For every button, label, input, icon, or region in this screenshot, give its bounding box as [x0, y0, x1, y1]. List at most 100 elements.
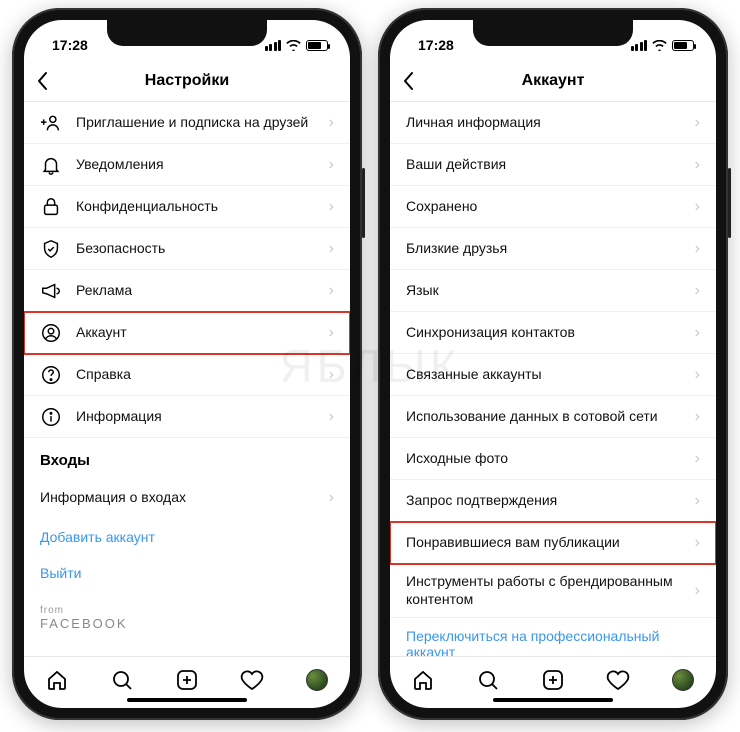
tab-profile[interactable]	[304, 667, 330, 693]
nav-header: Аккаунт	[390, 60, 716, 102]
tab-home[interactable]	[410, 667, 436, 693]
home-indicator	[127, 698, 247, 702]
battery-icon	[672, 40, 694, 51]
avatar-icon	[672, 669, 694, 691]
tab-home[interactable]	[44, 667, 70, 693]
link-logout[interactable]: Выйти	[24, 555, 350, 591]
chevron-right-icon: ›	[695, 114, 700, 132]
notch	[473, 20, 633, 46]
tab-search[interactable]	[109, 667, 135, 693]
device-left: 17:28 Настройки Приглашение и подписка н…	[12, 8, 362, 720]
row-label: Информация о входах	[40, 489, 329, 507]
row-cellular-data[interactable]: Использование данных в сотовой сети ›	[390, 396, 716, 438]
battery-icon	[306, 40, 328, 51]
link-switch-professional[interactable]: Переключиться на профессиональный аккаун…	[390, 618, 716, 656]
notch	[107, 20, 267, 46]
chevron-right-icon: ›	[695, 198, 700, 216]
row-linked-accounts[interactable]: Связанные аккаунты ›	[390, 354, 716, 396]
row-login-info[interactable]: Информация о входах ›	[24, 477, 350, 519]
row-label: Понравившиеся вам публикации	[406, 534, 695, 552]
chevron-right-icon: ›	[329, 324, 334, 342]
help-icon	[40, 364, 62, 386]
back-button[interactable]	[402, 71, 414, 91]
row-language[interactable]: Язык ›	[390, 270, 716, 312]
chevron-right-icon: ›	[329, 408, 334, 426]
row-label: Реклама	[76, 282, 329, 300]
row-original-photos[interactable]: Исходные фото ›	[390, 438, 716, 480]
row-privacy[interactable]: Конфиденциальность ›	[24, 186, 350, 228]
tab-activity[interactable]	[605, 667, 631, 693]
chevron-right-icon: ›	[695, 156, 700, 174]
shield-icon	[40, 238, 62, 260]
row-label: Инструменты работы с брендированным конт…	[406, 573, 695, 608]
tab-activity[interactable]	[239, 667, 265, 693]
chevron-right-icon: ›	[329, 489, 334, 507]
device-right: 17:28 Аккаунт Личная информация › Ваши д…	[378, 8, 728, 720]
status-time: 17:28	[418, 37, 454, 53]
chevron-right-icon: ›	[329, 240, 334, 258]
chevron-right-icon: ›	[329, 366, 334, 384]
megaphone-icon	[40, 280, 62, 302]
row-close-friends[interactable]: Близкие друзья ›	[390, 228, 716, 270]
info-icon	[40, 406, 62, 428]
chevron-right-icon: ›	[695, 492, 700, 510]
row-request-verification[interactable]: Запрос подтверждения ›	[390, 480, 716, 522]
chevron-right-icon: ›	[695, 282, 700, 300]
chevron-right-icon: ›	[695, 324, 700, 342]
tab-profile[interactable]	[670, 667, 696, 693]
row-contacts-sync[interactable]: Синхронизация контактов ›	[390, 312, 716, 354]
row-posts-you-liked[interactable]: Понравившиеся вам публикации ›	[390, 522, 716, 564]
row-saved[interactable]: Сохранено ›	[390, 186, 716, 228]
tab-add[interactable]	[540, 667, 566, 693]
wifi-icon	[286, 40, 301, 51]
tab-add[interactable]	[174, 667, 200, 693]
row-label: Справка	[76, 366, 329, 384]
row-security[interactable]: Безопасность ›	[24, 228, 350, 270]
row-label: Уведомления	[76, 156, 329, 174]
row-help[interactable]: Справка ›	[24, 354, 350, 396]
row-label: Личная информация	[406, 114, 695, 132]
status-indicators	[631, 40, 695, 51]
cellular-icon	[631, 40, 648, 51]
row-label: Ваши действия	[406, 156, 695, 174]
home-indicator	[493, 698, 613, 702]
row-ads[interactable]: Реклама ›	[24, 270, 350, 312]
bell-icon	[40, 154, 62, 176]
settings-list: Приглашение и подписка на друзей › Уведо…	[24, 102, 350, 656]
cellular-icon	[265, 40, 282, 51]
row-label: Запрос подтверждения	[406, 492, 695, 510]
add-user-icon	[40, 112, 62, 134]
chevron-right-icon: ›	[695, 240, 700, 258]
page-title: Аккаунт	[522, 72, 585, 90]
nav-header: Настройки	[24, 60, 350, 102]
row-label: Исходные фото	[406, 450, 695, 468]
row-label: Конфиденциальность	[76, 198, 329, 216]
chevron-right-icon: ›	[329, 198, 334, 216]
tab-search[interactable]	[475, 667, 501, 693]
row-account[interactable]: Аккаунт ›	[24, 312, 350, 354]
row-your-activity[interactable]: Ваши действия ›	[390, 144, 716, 186]
back-button[interactable]	[36, 71, 48, 91]
chevron-right-icon: ›	[695, 582, 700, 600]
screen-left: 17:28 Настройки Приглашение и подписка н…	[24, 20, 350, 708]
row-about[interactable]: Информация ›	[24, 396, 350, 438]
row-notifications[interactable]: Уведомления ›	[24, 144, 350, 186]
status-indicators	[265, 40, 329, 51]
row-label: Синхронизация контактов	[406, 324, 695, 342]
lock-icon	[40, 196, 62, 218]
account-list: Личная информация › Ваши действия › Сохр…	[390, 102, 716, 656]
link-add-account[interactable]: Добавить аккаунт	[24, 519, 350, 555]
row-branded-content[interactable]: Инструменты работы с брендированным конт…	[390, 564, 716, 618]
wifi-icon	[652, 40, 667, 51]
from-facebook: from FACEBOOK	[24, 591, 350, 645]
row-invite-friends[interactable]: Приглашение и подписка на друзей ›	[24, 102, 350, 144]
avatar-icon	[306, 669, 328, 691]
chevron-right-icon: ›	[695, 408, 700, 426]
row-label: Использование данных в сотовой сети	[406, 408, 695, 426]
section-logins: Входы	[24, 438, 350, 477]
row-label: Сохранено	[406, 198, 695, 216]
row-label: Приглашение и подписка на друзей	[76, 114, 329, 132]
page-title: Настройки	[145, 72, 229, 90]
chevron-right-icon: ›	[329, 282, 334, 300]
row-personal-info[interactable]: Личная информация ›	[390, 102, 716, 144]
